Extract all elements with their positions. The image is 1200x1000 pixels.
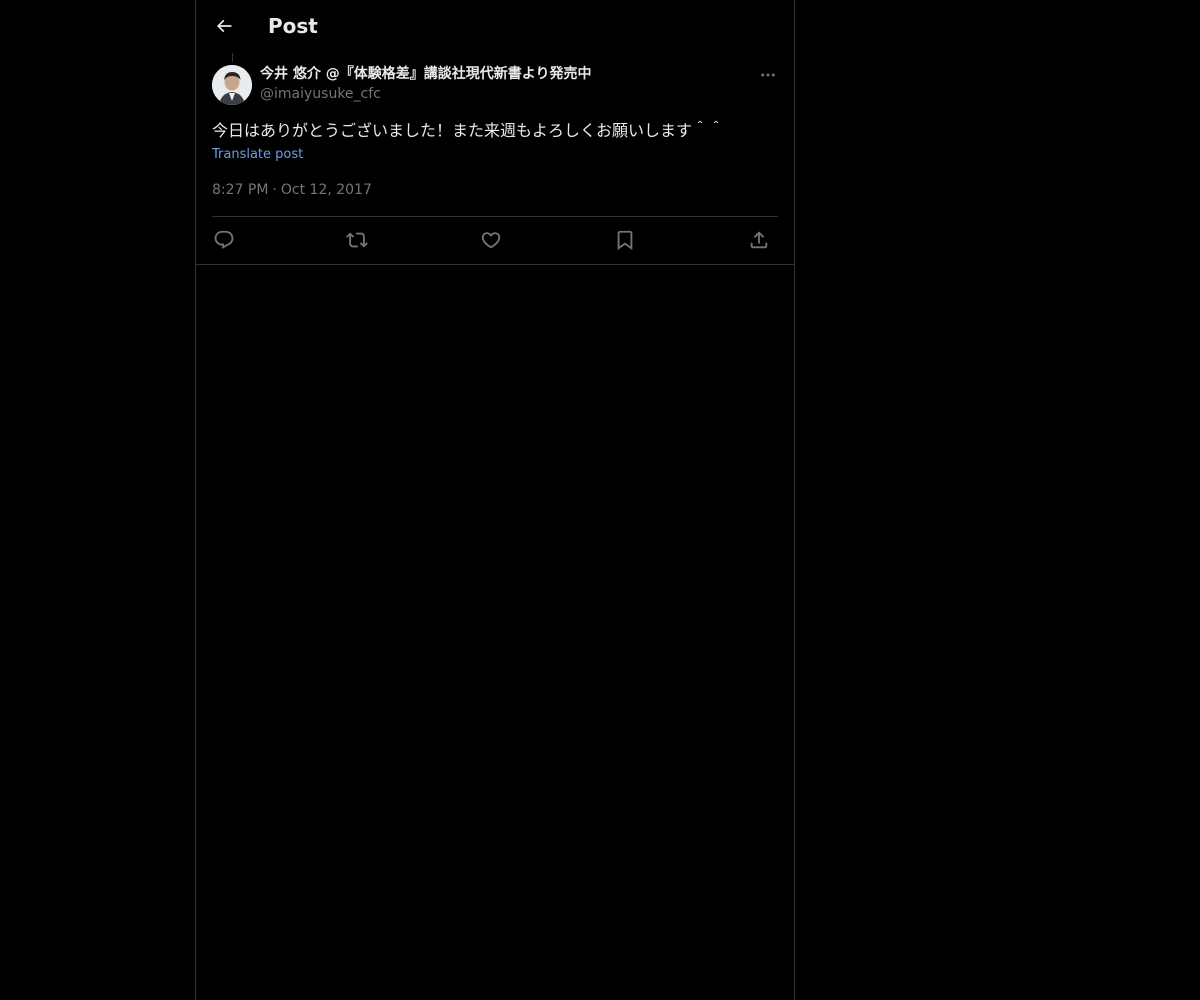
post-date: Oct 12, 2017: [280, 182, 372, 198]
bookmark-icon: [617, 230, 633, 251]
post-detail-column: Post 今井 悠介 @『体験格差』講談社現代新書より発売中 @imaiyusu…: [195, 0, 795, 1000]
share-button[interactable]: [747, 228, 771, 252]
actions-divider: [212, 216, 778, 217]
more-horizontal-icon: [761, 73, 775, 77]
page-title: Post: [268, 14, 318, 38]
post-actions-bar: [212, 226, 778, 254]
back-button[interactable]: [212, 14, 236, 38]
like-icon: [481, 232, 501, 249]
author-handle[interactable]: @imaiyusuke_cfc: [260, 84, 740, 104]
share-icon: [750, 231, 768, 249]
post-text: 今日はありがとうございました！また来週もよろしくお願いします＾＾: [212, 121, 725, 140]
reply-button[interactable]: [212, 228, 236, 252]
post-bottom-divider: [196, 264, 794, 265]
translate-post-link[interactable]: Translate post: [212, 145, 303, 165]
post-timestamp[interactable]: 8:27 PM · Oct 12, 2017: [212, 180, 372, 200]
repost-icon: [346, 232, 368, 248]
bookmark-button[interactable]: [613, 228, 637, 252]
timestamp-separator: ·: [272, 182, 277, 198]
author-name[interactable]: 今井 悠介 @『体験格差』講談社現代新書より発売中: [260, 64, 740, 84]
thread-connector-line: [232, 53, 233, 62]
page-header: Post: [196, 0, 794, 53]
arrow-left-icon: [216, 19, 232, 33]
more-options-button[interactable]: [758, 66, 778, 84]
author-info: 今井 悠介 @『体験格差』講談社現代新書より発売中 @imaiyusuke_cf…: [260, 64, 740, 104]
repost-button[interactable]: [345, 228, 369, 252]
avatar-photo: [212, 65, 252, 105]
reply-icon: [214, 230, 234, 249]
post-time: 8:27 PM: [212, 182, 269, 198]
author-avatar[interactable]: [212, 65, 252, 105]
like-button[interactable]: [479, 228, 503, 252]
